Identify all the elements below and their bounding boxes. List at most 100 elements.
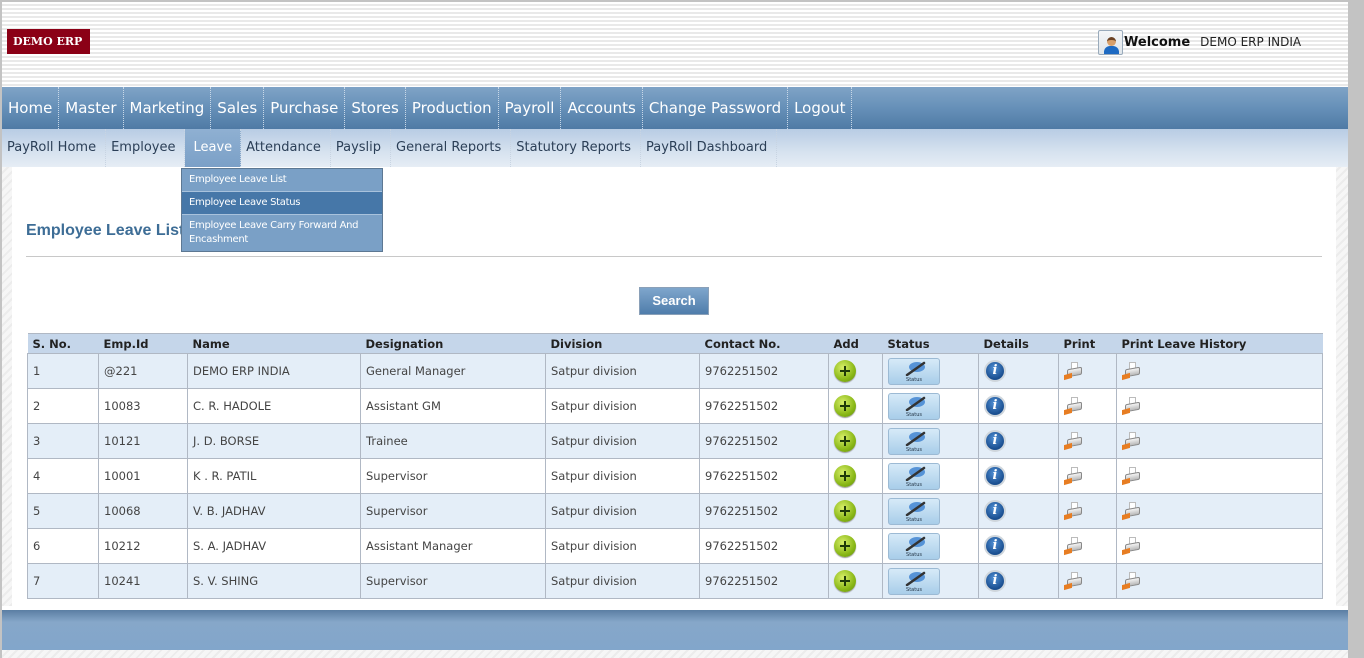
- info-icon[interactable]: i: [984, 570, 1006, 592]
- add-leave-icon[interactable]: [834, 570, 856, 592]
- status-button[interactable]: Status: [888, 462, 940, 490]
- printer-icon[interactable]: [1064, 362, 1084, 381]
- pen-icon: [905, 466, 926, 481]
- info-icon[interactable]: i: [984, 535, 1006, 557]
- sub-nav-payroll-home[interactable]: PayRoll Home: [2, 129, 107, 167]
- sub-nav-employee[interactable]: Employee: [106, 129, 186, 167]
- cell-name: DEMO ERP INDIA: [187, 353, 361, 389]
- status-button-label: Status: [906, 376, 922, 383]
- sub-nav-payslip[interactable]: Payslip: [331, 129, 392, 167]
- main-nav-payroll[interactable]: Payroll: [499, 87, 562, 129]
- col-division: Division: [545, 333, 700, 354]
- sub-nav-payroll-dashboard[interactable]: PayRoll Dashboard: [641, 129, 778, 167]
- sub-nav-attendance[interactable]: Attendance: [241, 129, 331, 167]
- print-history-printer-icon[interactable]: [1122, 467, 1142, 486]
- status-button-label: Status: [906, 411, 922, 418]
- cell-name: J. D. BORSE: [187, 423, 361, 459]
- status-button[interactable]: Status: [888, 567, 940, 595]
- info-icon[interactable]: i: [984, 500, 1006, 522]
- print-history-printer-icon[interactable]: [1122, 397, 1142, 416]
- print-history-printer-icon[interactable]: [1122, 572, 1142, 591]
- cell-emp-id: 10068: [98, 493, 188, 529]
- status-button[interactable]: Status: [888, 357, 940, 385]
- cell-print: [1058, 493, 1117, 529]
- cell-print: [1058, 563, 1117, 599]
- employee-leave-table: S. No. Emp.Id Name Designation Division …: [27, 333, 1323, 599]
- main-nav-production[interactable]: Production: [406, 87, 499, 129]
- table-row: 3 10121 J. D. BORSE Trainee Satpur divis…: [27, 423, 1323, 459]
- main-nav-sales[interactable]: Sales: [211, 87, 265, 129]
- cell-print-leave-history: [1116, 388, 1323, 424]
- col-print: Print: [1058, 333, 1117, 354]
- printer-icon[interactable]: [1064, 572, 1084, 591]
- search-button[interactable]: Search: [639, 287, 709, 315]
- cell-add: [828, 493, 883, 529]
- cell-sno: 6: [27, 528, 99, 564]
- main-nav-stores[interactable]: Stores: [345, 87, 406, 129]
- printer-icon[interactable]: [1064, 397, 1084, 416]
- col-add: Add: [828, 333, 883, 354]
- cell-sno: 7: [27, 563, 99, 599]
- cell-details: i: [978, 353, 1059, 389]
- add-leave-icon[interactable]: [834, 500, 856, 522]
- main-nav-logout[interactable]: Logout: [788, 87, 853, 129]
- print-history-printer-icon[interactable]: [1122, 432, 1142, 451]
- cell-details: i: [978, 528, 1059, 564]
- status-button[interactable]: Status: [888, 497, 940, 525]
- info-icon[interactable]: i: [984, 395, 1006, 417]
- sub-nav-leave[interactable]: Leave: [185, 129, 242, 167]
- header: DEMO ERP Welcome DEMO ERP INDIA: [2, 2, 1348, 87]
- main-nav-change-password[interactable]: Change Password: [643, 87, 789, 129]
- cell-sno: 1: [27, 353, 99, 389]
- table-row: 5 10068 V. B. JADHAV Supervisor Satpur d…: [27, 493, 1323, 529]
- welcome-area: Welcome DEMO ERP INDIA: [1098, 29, 1301, 55]
- info-icon[interactable]: i: [984, 360, 1006, 382]
- add-leave-icon[interactable]: [834, 360, 856, 382]
- sub-nav: PayRoll Home Employee Leave Attendance P…: [2, 129, 1348, 167]
- add-leave-icon[interactable]: [834, 395, 856, 417]
- table-header-row: S. No. Emp.Id Name Designation Division …: [27, 333, 1323, 354]
- add-leave-icon[interactable]: [834, 535, 856, 557]
- menu-item-employee-leave-list[interactable]: Employee Leave List: [182, 169, 382, 192]
- printer-icon[interactable]: [1064, 432, 1084, 451]
- pen-icon: [905, 501, 926, 516]
- sub-nav-general-reports[interactable]: General Reports: [391, 129, 512, 167]
- cell-add: [828, 423, 883, 459]
- col-details: Details: [978, 333, 1059, 354]
- main-nav-master[interactable]: Master: [59, 87, 124, 129]
- add-leave-icon[interactable]: [834, 465, 856, 487]
- add-leave-icon[interactable]: [834, 430, 856, 452]
- print-history-printer-icon[interactable]: [1122, 362, 1142, 381]
- col-print-leave-history: Print Leave History: [1116, 333, 1323, 354]
- main-nav-accounts[interactable]: Accounts: [561, 87, 643, 129]
- status-button[interactable]: Status: [888, 392, 940, 420]
- cell-designation: Supervisor: [360, 493, 546, 529]
- printer-icon[interactable]: [1064, 502, 1084, 521]
- pen-icon: [905, 361, 926, 376]
- main-nav-home[interactable]: Home: [2, 87, 60, 129]
- pen-icon: [905, 396, 926, 411]
- info-icon[interactable]: i: [984, 465, 1006, 487]
- cell-emp-id: @221: [98, 353, 188, 389]
- user-avatar-icon: [1098, 29, 1123, 55]
- col-contact: Contact No.: [699, 333, 829, 354]
- status-button[interactable]: Status: [888, 532, 940, 560]
- print-history-printer-icon[interactable]: [1122, 537, 1142, 556]
- cell-status: Status: [882, 353, 979, 389]
- main-nav-purchase[interactable]: Purchase: [264, 87, 346, 129]
- cell-contact: 9762251502: [699, 388, 829, 424]
- sub-nav-statutory-reports[interactable]: Statutory Reports: [511, 129, 641, 167]
- cell-designation: Assistant Manager: [360, 528, 546, 564]
- printer-icon[interactable]: [1064, 467, 1084, 486]
- info-icon[interactable]: i: [984, 430, 1006, 452]
- col-name: Name: [187, 333, 361, 354]
- main-nav-marketing[interactable]: Marketing: [124, 87, 212, 129]
- menu-item-leave-carry-forward[interactable]: Employee Leave Carry Forward And Encashm…: [182, 215, 382, 251]
- status-button[interactable]: Status: [888, 427, 940, 455]
- print-history-printer-icon[interactable]: [1122, 502, 1142, 521]
- cell-add: [828, 458, 883, 494]
- logo[interactable]: DEMO ERP: [7, 29, 90, 54]
- col-designation: Designation: [360, 333, 546, 354]
- menu-item-employee-leave-status[interactable]: Employee Leave Status: [182, 192, 382, 215]
- printer-icon[interactable]: [1064, 537, 1084, 556]
